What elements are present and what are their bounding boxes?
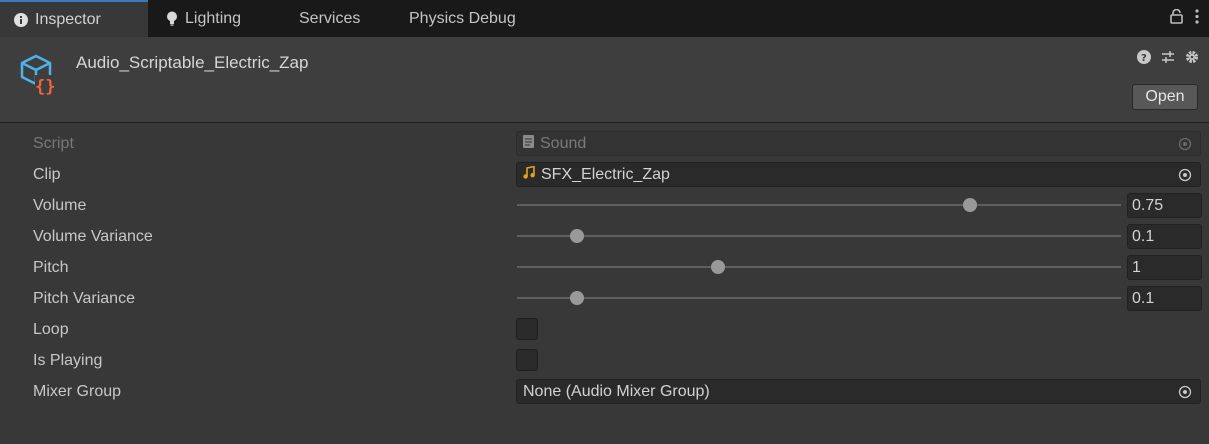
tab-label: Services [299, 9, 361, 27]
loop-checkbox[interactable] [516, 318, 538, 340]
inspector-header: {} Audio_Scriptable_Electric_Zap ? Open [0, 37, 1209, 123]
pitch-slider-thumb[interactable] [711, 260, 726, 274]
property-row-pitch-variance: Pitch Variance 0.1 [0, 283, 1209, 314]
volume-variance-slider-track[interactable] [517, 235, 1121, 237]
clip-field-value: SFX_Electric_Zap [541, 165, 670, 183]
asset-title: Audio_Scriptable_Electric_Zap [76, 53, 309, 72]
pitch-variance-value-field[interactable]: 0.1 [1127, 286, 1202, 311]
scriptable-object-icon: {} [18, 53, 66, 101]
script-file-icon [523, 134, 534, 153]
property-row-volume: Volume 0.75 [0, 190, 1209, 221]
volume-variance-value-field[interactable]: 0.1 [1127, 224, 1202, 249]
property-label-is-playing: Is Playing [33, 351, 103, 369]
mixer-group-field[interactable]: None (Audio Mixer Group) [516, 379, 1201, 404]
audio-clip-icon [523, 165, 535, 184]
property-row-pitch: Pitch 1 [0, 252, 1209, 283]
tab-label: Lighting [185, 9, 242, 27]
property-row-mixer-group: Mixer Group None (Audio Mixer Group) [0, 376, 1209, 407]
svg-text:?: ? [1141, 53, 1147, 64]
pitch-slider-track[interactable] [517, 266, 1121, 268]
object-picker-icon[interactable] [1177, 167, 1193, 183]
tab-services[interactable]: Services [299, 0, 360, 37]
header-actions: ? [1137, 50, 1199, 69]
pitch-variance-slider-thumb[interactable] [570, 291, 585, 305]
property-row-loop: Loop [0, 314, 1209, 345]
gear-icon[interactable] [1185, 50, 1199, 69]
property-label-volume: Volume [33, 196, 87, 214]
property-row-script: Script Sound [0, 128, 1209, 159]
property-list: Script Sound Clip SFX_Electric_Zap Volum… [0, 128, 1209, 407]
property-label-loop: Loop [33, 320, 69, 338]
mixer-group-field-value: None (Audio Mixer Group) [523, 382, 710, 400]
property-label-pitch: Pitch [33, 258, 69, 276]
volume-variance-slider-thumb[interactable] [570, 229, 585, 243]
property-label-pitch-variance: Pitch Variance [33, 289, 135, 307]
tab-label: Inspector [35, 10, 101, 28]
property-label-clip: Clip [33, 165, 61, 183]
property-label-volume-variance: Volume Variance [33, 227, 153, 245]
pitch-variance-slider-track[interactable] [517, 297, 1121, 299]
object-picker-icon[interactable] [1177, 384, 1193, 400]
property-row-volume-variance: Volume Variance 0.1 [0, 221, 1209, 252]
volume-slider-thumb[interactable] [963, 198, 977, 212]
property-row-is-playing: Is Playing [0, 345, 1209, 376]
object-picker-icon [1177, 136, 1193, 152]
more-options-icon[interactable] [1195, 8, 1199, 29]
tab-physics-debug[interactable]: Physics Debug [409, 0, 516, 37]
open-button[interactable]: Open [1132, 84, 1198, 110]
pitch-value-field[interactable]: 1 [1127, 255, 1202, 280]
lightbulb-icon [166, 11, 178, 26]
help-icon[interactable]: ? [1137, 50, 1151, 69]
presets-icon[interactable] [1161, 50, 1175, 69]
volume-slider-track[interactable] [517, 204, 1121, 206]
property-row-clip: Clip SFX_Electric_Zap [0, 159, 1209, 190]
property-label-mixer-group: Mixer Group [33, 382, 122, 400]
lock-icon[interactable] [1170, 8, 1183, 29]
clip-field[interactable]: SFX_Electric_Zap [516, 162, 1201, 187]
svg-text:{}: {} [35, 77, 55, 97]
property-label-script: Script [33, 134, 74, 152]
tab-bar-actions [1170, 0, 1199, 37]
info-icon [14, 12, 28, 27]
script-field-value: Sound [540, 134, 587, 152]
is-playing-checkbox[interactable] [516, 349, 538, 371]
tab-bar: Inspector Lighting Services Physics Debu… [0, 0, 1209, 37]
volume-value-field[interactable]: 0.75 [1127, 193, 1202, 218]
script-field: Sound [516, 131, 1201, 156]
tab-lighting[interactable]: Lighting [166, 0, 241, 37]
tab-label: Physics Debug [409, 9, 516, 27]
tab-inspector[interactable]: Inspector [0, 0, 148, 37]
